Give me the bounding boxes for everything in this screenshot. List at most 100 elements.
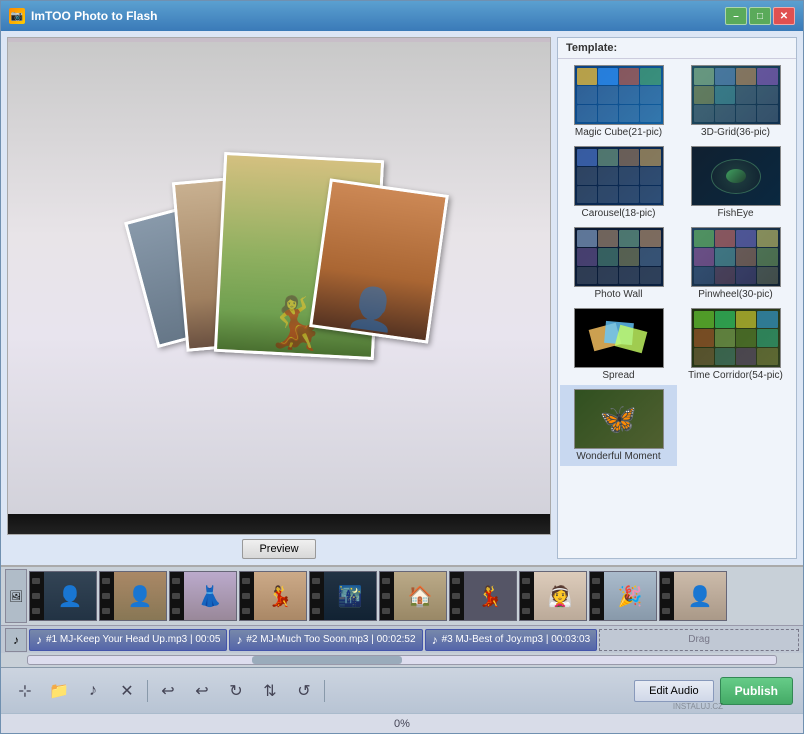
template-label-carousel: Carousel(18-pic) xyxy=(582,208,656,219)
select-icon: ⊹ xyxy=(18,681,31,701)
template-label-pinwheel: Pinwheel(30-pic) xyxy=(698,289,772,300)
preview-button[interactable]: Preview xyxy=(242,539,315,559)
thumb-10[interactable]: 👤 xyxy=(659,571,727,621)
template-photo-wall[interactable]: Photo Wall xyxy=(560,223,677,304)
photo-timeline-scroll[interactable]: 👤 👤 👗 💃 🌃 xyxy=(29,569,799,623)
thumb-5[interactable]: 🌃 xyxy=(309,571,377,621)
thumb-4[interactable]: 💃 xyxy=(239,571,307,621)
audio-icon: ♪ xyxy=(13,633,19,647)
app-icon: 📷 xyxy=(9,8,25,24)
template-thumb-carousel xyxy=(574,146,664,206)
flip-icon: ⇅ xyxy=(263,681,276,701)
template-grid-scroll[interactable]: Magic Cube(21-pic) xyxy=(558,59,796,558)
minimize-button[interactable]: – xyxy=(725,7,747,25)
template-label-spread: Spread xyxy=(602,370,634,381)
thumb-1[interactable]: 👤 xyxy=(29,571,97,621)
music-tool-button[interactable]: ♪ xyxy=(79,677,107,705)
template-thumb-pinwheel xyxy=(691,227,781,287)
drag-hint: Drag xyxy=(688,634,710,645)
thumb-9[interactable]: 🎉 xyxy=(589,571,657,621)
window-controls: – □ ✕ xyxy=(725,7,795,25)
close-button[interactable]: ✕ xyxy=(773,7,795,25)
preview-area: 👤 👗 💃 👤 xyxy=(7,37,551,535)
template-thumb-time-corridor xyxy=(691,308,781,368)
toolbar-separator-1 xyxy=(147,680,148,702)
maximize-button[interactable]: □ xyxy=(749,7,771,25)
left-panel: 👤 👗 💃 👤 Preview xyxy=(7,37,551,559)
audio-track-3[interactable]: ♪ #3 MJ-Best of Joy.mp3 | 00:03:03 xyxy=(425,629,598,651)
audio-track-1-label: #1 MJ-Keep Your Head Up.mp3 | 00:05 xyxy=(46,634,220,645)
template-thumb-fisheye xyxy=(691,146,781,206)
audio-track-2-label: #2 MJ-Much Too Soon.mp3 | 00:02:52 xyxy=(246,634,415,645)
template-pinwheel[interactable]: Pinwheel(30-pic) xyxy=(677,223,794,304)
rotate-cw-icon: ↻ xyxy=(229,681,242,701)
status-bar: 0% xyxy=(1,713,803,733)
rotate-cw-tool-button[interactable]: ↻ xyxy=(222,677,250,705)
preview-bottom-bar xyxy=(8,514,550,534)
template-panel: Template: xyxy=(557,37,797,559)
publish-button[interactable]: Publish xyxy=(720,677,793,705)
rotate-ccw-tool-button[interactable]: ↺ xyxy=(290,677,318,705)
audio-track-1[interactable]: ♪ #1 MJ-Keep Your Head Up.mp3 | 00:05 xyxy=(29,629,227,651)
template-wonderful[interactable]: 🦋 Wonderful Moment xyxy=(560,385,677,466)
main-content: 👤 👗 💃 👤 Preview xyxy=(1,31,803,565)
thumb-8[interactable]: 👰 xyxy=(519,571,587,621)
audio-note-3: ♪ xyxy=(432,633,438,647)
template-thumb-wonderful: 🦋 xyxy=(574,389,664,449)
music-icon: ♪ xyxy=(89,682,97,700)
audio-track-3-label: #3 MJ-Best of Joy.mp3 | 00:03:03 xyxy=(442,634,591,645)
timeline-scrollbar[interactable] xyxy=(27,655,777,665)
template-fisheye[interactable]: FishEye xyxy=(677,142,794,223)
template-label-fisheye: FishEye xyxy=(717,208,753,219)
undo2-tool-button[interactable]: ↩ xyxy=(188,677,216,705)
progress-text: 0% xyxy=(394,718,410,730)
folder-tool-button[interactable]: 📁 xyxy=(45,677,73,705)
flip-tool-button[interactable]: ⇅ xyxy=(256,677,284,705)
toolbar: ⊹ 📁 ♪ ✕ ↩ ↩ ↻ ⇅ xyxy=(1,667,803,713)
photo-4: 👤 xyxy=(309,178,449,343)
select-tool-button[interactable]: ⊹ xyxy=(11,677,39,705)
audio-note-2: ♪ xyxy=(236,633,242,647)
window-title: ImTOO Photo to Flash xyxy=(31,9,725,23)
template-magic-cube[interactable]: Magic Cube(21-pic) xyxy=(560,61,677,142)
undo2-icon: ↩ xyxy=(195,681,208,701)
undo-tool-button[interactable]: ↩ xyxy=(154,677,182,705)
audio-sidebar: ♪ xyxy=(5,628,27,652)
timeline-sidebar: 🖼 xyxy=(5,569,27,623)
photo-timeline-icon: 🖼 xyxy=(9,590,23,603)
preview-top-accent xyxy=(8,38,550,42)
main-window: 📷 ImTOO Photo to Flash – □ ✕ 👤 👗 xyxy=(0,0,804,734)
edit-audio-button[interactable]: Edit Audio xyxy=(634,680,714,702)
template-label-time-corridor: Time Corridor(54-pic) xyxy=(688,370,783,381)
template-carousel[interactable]: Carousel(18-pic) xyxy=(560,142,677,223)
template-thumb-photo-wall xyxy=(574,227,664,287)
rotate-ccw-icon: ↺ xyxy=(297,681,310,701)
thumb-6[interactable]: 🏠 xyxy=(379,571,447,621)
template-label-magic-cube: Magic Cube(21-pic) xyxy=(575,127,662,138)
delete-tool-button[interactable]: ✕ xyxy=(113,677,141,705)
template-spread[interactable]: Spread xyxy=(560,304,677,385)
template-3dgrid[interactable]: 3D-Grid(36-pic) xyxy=(677,61,794,142)
template-thumb-magic-cube xyxy=(574,65,664,125)
audio-timeline: ♪ ♪ #1 MJ-Keep Your Head Up.mp3 | 00:05 … xyxy=(1,625,803,653)
bottom-area: 🖼 👤 👤 👗 💃 xyxy=(1,565,803,733)
folder-icon: 📁 xyxy=(49,681,69,701)
template-header: Template: xyxy=(558,38,796,59)
audio-drag-area[interactable]: Drag xyxy=(599,629,799,651)
template-thumb-spread xyxy=(574,308,664,368)
thumb-3[interactable]: 👗 xyxy=(169,571,237,621)
preview-button-row: Preview xyxy=(7,539,551,559)
thumb-7[interactable]: 💃 xyxy=(449,571,517,621)
template-grid: Magic Cube(21-pic) xyxy=(558,59,796,468)
photo-collage: 👤 👗 💃 👤 xyxy=(119,126,439,446)
delete-icon: ✕ xyxy=(120,681,133,701)
audio-note-1: ♪ xyxy=(36,633,42,647)
timeline-scroll-thumb[interactable] xyxy=(252,656,402,664)
audio-track-2[interactable]: ♪ #2 MJ-Much Too Soon.mp3 | 00:02:52 xyxy=(229,629,422,651)
template-time-corridor[interactable]: Time Corridor(54-pic) xyxy=(677,304,794,385)
timeline-scrollbar-row xyxy=(1,653,803,667)
template-label-3dgrid: 3D-Grid(36-pic) xyxy=(701,127,770,138)
thumb-2[interactable]: 👤 xyxy=(99,571,167,621)
undo-icon: ↩ xyxy=(161,681,174,701)
title-bar: 📷 ImTOO Photo to Flash – □ ✕ xyxy=(1,1,803,31)
